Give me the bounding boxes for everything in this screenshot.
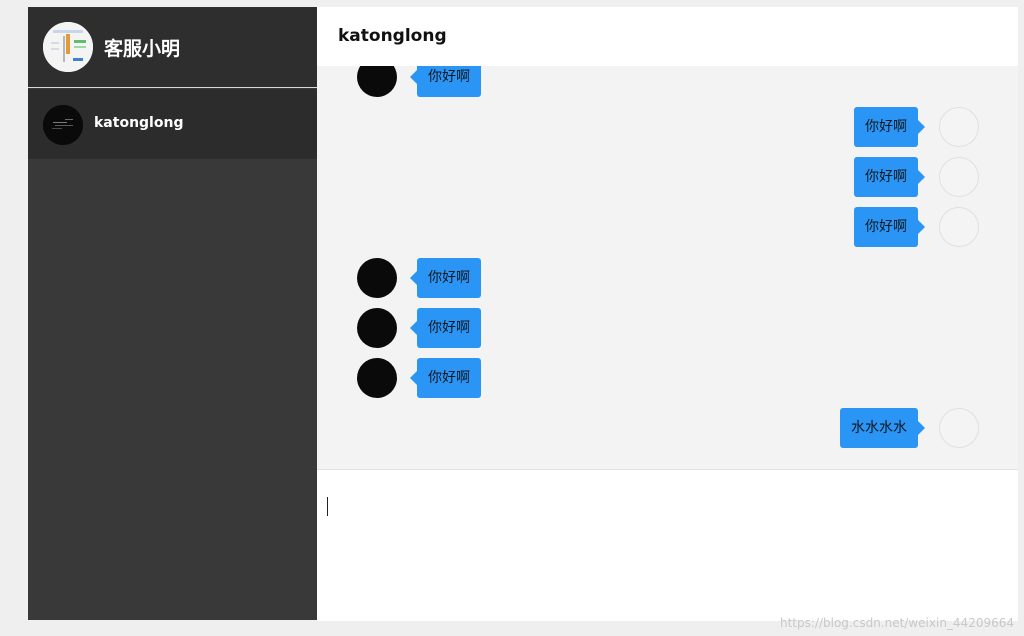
- message-bubble: 你好啊: [854, 207, 925, 247]
- sidebar: 客服小明 katonglong: [28, 7, 317, 620]
- user-avatar: [43, 22, 93, 72]
- contact-item[interactable]: katonglong: [28, 89, 317, 159]
- message-outgoing: 你好啊: [317, 157, 1018, 197]
- contact-name: katonglong: [94, 115, 184, 131]
- message-outgoing: 水水水水: [317, 408, 1018, 448]
- text-caret: [327, 497, 328, 516]
- screenshot-thumbnail-icon: [43, 22, 93, 72]
- contact-avatar-icon: [357, 66, 397, 97]
- contact-avatar: [43, 105, 83, 145]
- contact-avatar-icon: [357, 358, 397, 398]
- message-bubble: 水水水水: [840, 408, 925, 448]
- user-avatar-icon: [939, 107, 979, 147]
- message-bubble: 你好啊: [410, 308, 481, 348]
- user-avatar-icon: [939, 207, 979, 247]
- message-bubble: 你好啊: [410, 258, 481, 298]
- message-outgoing: 你好啊: [317, 107, 1018, 147]
- message-input[interactable]: [317, 469, 1018, 621]
- chat-header: katonglong: [317, 7, 1018, 66]
- user-profile: 客服小明: [28, 7, 317, 88]
- contact-avatar-icon: [357, 308, 397, 348]
- user-avatar-icon: [939, 408, 979, 448]
- dark-avatar-icon: [43, 105, 83, 145]
- watermark: https://blog.csdn.net/weixin_44209664: [779, 616, 1014, 630]
- chat-app: 客服小明 katonglong katonglong 你好啊 你好啊 你好啊 你…: [28, 7, 1018, 621]
- message-list[interactable]: 你好啊 你好啊 你好啊 你好啊 你好啊 你好啊 你好啊 水水水水: [317, 66, 1018, 468]
- user-name: 客服小明: [104, 38, 181, 60]
- message-outgoing: 你好啊: [317, 207, 1018, 247]
- message-bubble: 你好啊: [854, 107, 925, 147]
- message-bubble: 你好啊: [410, 66, 481, 97]
- message-bubble: 你好啊: [854, 157, 925, 197]
- chat-panel: katonglong 你好啊 你好啊 你好啊 你好啊 你好啊 你好啊 你好啊 水…: [317, 7, 1018, 621]
- contact-avatar-icon: [357, 258, 397, 298]
- chat-title: katonglong: [338, 26, 447, 46]
- user-avatar-icon: [939, 157, 979, 197]
- message-bubble: 你好啊: [410, 358, 481, 398]
